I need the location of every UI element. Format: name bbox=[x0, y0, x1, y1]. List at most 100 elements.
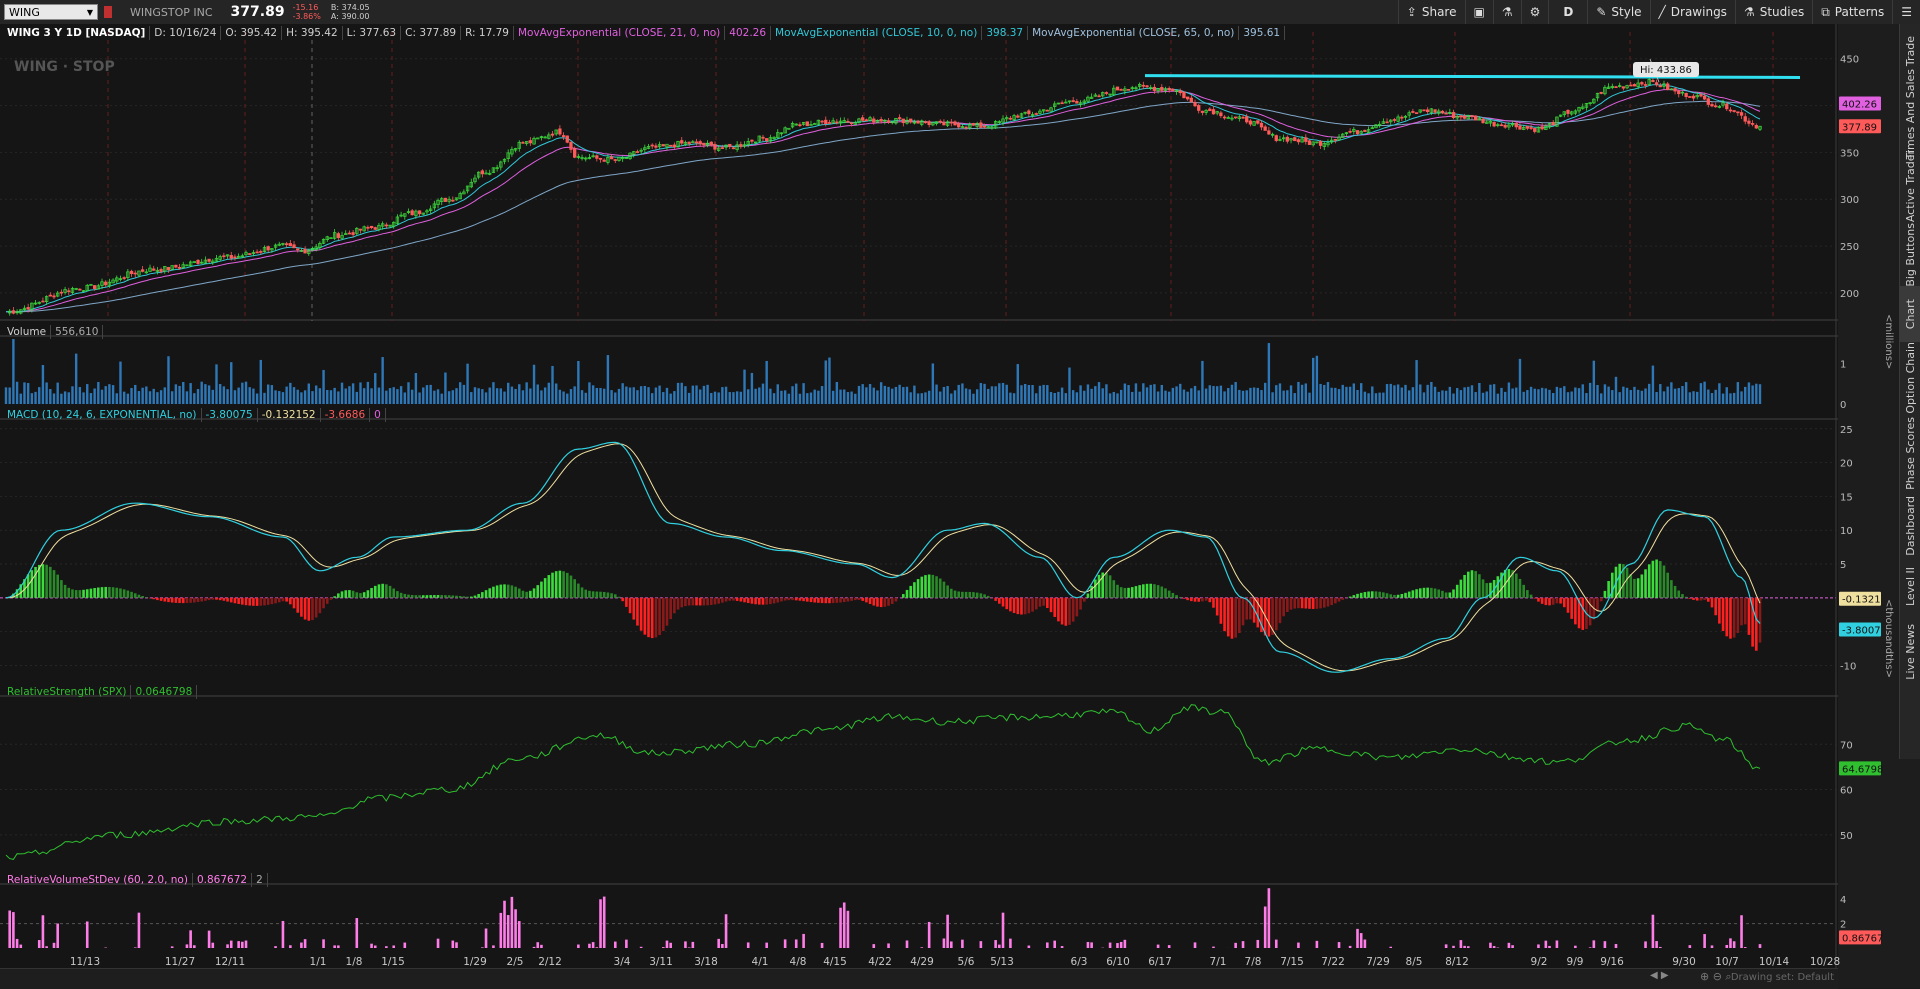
ema65-label[interactable]: MovAvgExponential (CLOSE, 65, 0, no) bbox=[1028, 26, 1239, 40]
macd-histogram-bar bbox=[725, 598, 728, 602]
macd-histogram-bar bbox=[1685, 597, 1688, 598]
macd-histogram-bar bbox=[1061, 598, 1064, 625]
change-percent: -3.86% bbox=[293, 12, 321, 21]
rvol-bar bbox=[1264, 907, 1267, 948]
rvol-bar bbox=[1733, 941, 1736, 948]
volume-bar bbox=[585, 393, 587, 404]
style-button[interactable]: ✎Style bbox=[1587, 0, 1649, 24]
ema21-label[interactable]: MovAvgExponential (CLOSE, 21, 0, no) bbox=[514, 26, 725, 40]
candle-body bbox=[348, 233, 351, 234]
macd-histogram-bar bbox=[208, 598, 211, 600]
toolbar-actions: ⇪Share ▣ ⚗ ⚙ D ✎Style ╱Drawings ⚗Studies… bbox=[1398, 0, 1920, 24]
side-tab-live-news[interactable]: Live News bbox=[1900, 614, 1920, 689]
symbol-input[interactable]: WING ▼ bbox=[4, 4, 98, 20]
volume-bar bbox=[865, 387, 867, 404]
side-tab-active-trader[interactable]: Active Trader bbox=[1900, 149, 1920, 224]
macd-histogram-bar bbox=[647, 598, 650, 637]
candle-body bbox=[1515, 123, 1518, 127]
macd-histogram-bar bbox=[485, 590, 488, 598]
rvol-bar bbox=[592, 942, 595, 948]
macd-histogram-bar bbox=[104, 587, 107, 598]
rvol-bar bbox=[518, 921, 521, 948]
macd-histogram-bar bbox=[141, 596, 144, 598]
macd-histogram-bar bbox=[920, 577, 923, 598]
zoom-icon[interactable]: ⊕ ⊖ ⌕ bbox=[1700, 970, 1732, 984]
rs-label[interactable]: RelativeStrength (SPX) bbox=[3, 685, 131, 699]
scroll-arrows[interactable]: ◀ ▶ bbox=[1650, 970, 1669, 981]
candle-body bbox=[1744, 117, 1747, 122]
volume-bar bbox=[463, 385, 465, 404]
snapshot-button[interactable]: ▣ bbox=[1465, 0, 1493, 24]
candle-body bbox=[123, 278, 126, 279]
flask-button[interactable]: ⚗ bbox=[1493, 0, 1521, 24]
menu-button[interactable]: ☰ bbox=[1892, 0, 1920, 24]
volume-bar bbox=[1696, 392, 1698, 404]
symbol-text: WING bbox=[9, 6, 40, 19]
rvol-label[interactable]: RelativeVolumeStDev (60, 2.0, no) bbox=[3, 873, 193, 887]
x-axis-tick-label: 1/15 bbox=[381, 956, 405, 968]
candle-body bbox=[909, 119, 912, 122]
macd-histogram-bar bbox=[426, 595, 429, 598]
macd-histogram-bar bbox=[662, 598, 665, 631]
macd-histogram-bar bbox=[307, 598, 310, 621]
side-tab-phase-scores[interactable]: Phase Scores bbox=[1900, 414, 1920, 492]
candle-body bbox=[234, 257, 237, 258]
volume-bar bbox=[1460, 390, 1462, 404]
volume-bar bbox=[1061, 388, 1063, 404]
side-tab-big-buttons[interactable]: Big Buttons bbox=[1900, 224, 1920, 286]
volume-bar bbox=[873, 388, 875, 404]
macd-histogram-bar bbox=[31, 570, 34, 598]
candle-body bbox=[1105, 93, 1108, 94]
aggregation-button[interactable]: D bbox=[1548, 0, 1587, 24]
macd-histogram-bar bbox=[839, 598, 842, 603]
side-tab-level-ii[interactable]: Level II bbox=[1900, 559, 1920, 614]
volume-bar bbox=[754, 389, 756, 404]
volume-bar bbox=[673, 391, 675, 404]
macd-histogram-bar bbox=[1378, 592, 1381, 598]
drawing-set-label[interactable]: Drawing set: Default bbox=[1731, 972, 1834, 983]
side-tab-chart[interactable]: Chart bbox=[1900, 286, 1920, 342]
side-tab-option-chain[interactable]: Option Chain bbox=[1900, 342, 1920, 414]
macd-histogram-bar bbox=[555, 571, 558, 598]
candle-body bbox=[1526, 126, 1529, 128]
macd-histogram-bar bbox=[529, 591, 532, 598]
macd-diff-value: -3.6686 bbox=[321, 408, 371, 422]
share-button[interactable]: ⇪Share bbox=[1398, 0, 1465, 24]
macd-histogram-bar bbox=[363, 592, 366, 598]
candle-body bbox=[134, 273, 137, 274]
studies-button[interactable]: ⚗Studies bbox=[1735, 0, 1812, 24]
volume-bar bbox=[105, 386, 107, 404]
alert-flag-icon[interactable] bbox=[104, 6, 112, 18]
macd-histogram-bar bbox=[1581, 598, 1584, 630]
macd-histogram-bar bbox=[186, 598, 189, 603]
macd-histogram-bar bbox=[1397, 595, 1400, 598]
patterns-button[interactable]: ⧉Patterns bbox=[1812, 0, 1892, 24]
volume-bar bbox=[38, 387, 40, 404]
side-tab-dashboard[interactable]: Dashboard bbox=[1900, 492, 1920, 559]
side-tab-label: Active Trader bbox=[1904, 150, 1917, 222]
chart-canvas[interactable]: 20025030035040045001-10-5051015202550607… bbox=[0, 24, 1898, 988]
candle-body bbox=[1201, 111, 1204, 112]
side-tab-times-and-sales[interactable]: Times And Sales bbox=[1900, 79, 1920, 149]
volume-bar bbox=[1726, 387, 1728, 404]
macd-histogram-bar bbox=[1652, 561, 1655, 598]
macd-label[interactable]: MACD (10, 24, 6, EXPONENTIAL, no) bbox=[3, 408, 202, 422]
macd-histogram-bar bbox=[341, 591, 344, 597]
volume-bar bbox=[1692, 391, 1694, 404]
volume-bar bbox=[1456, 388, 1458, 404]
macd-tick-label: 15 bbox=[1840, 492, 1853, 503]
volume-bar bbox=[636, 390, 638, 404]
macd-histogram-bar bbox=[684, 598, 687, 606]
volume-label[interactable]: Volume bbox=[3, 325, 51, 339]
ema10-label[interactable]: MovAvgExponential (CLOSE, 10, 0, no) bbox=[771, 26, 982, 40]
macd-histogram-bar bbox=[49, 567, 52, 598]
macd-histogram-bar bbox=[1563, 598, 1566, 607]
volume-bar bbox=[1382, 393, 1384, 404]
macd-histogram-bar bbox=[1353, 595, 1356, 598]
drawings-button[interactable]: ╱Drawings bbox=[1650, 0, 1735, 24]
volume-bar bbox=[1220, 386, 1222, 404]
macd-histogram-bar bbox=[577, 584, 580, 598]
volume-bar bbox=[987, 389, 989, 404]
settings-button[interactable]: ⚙ bbox=[1521, 0, 1549, 24]
panel-separator bbox=[0, 695, 1838, 697]
